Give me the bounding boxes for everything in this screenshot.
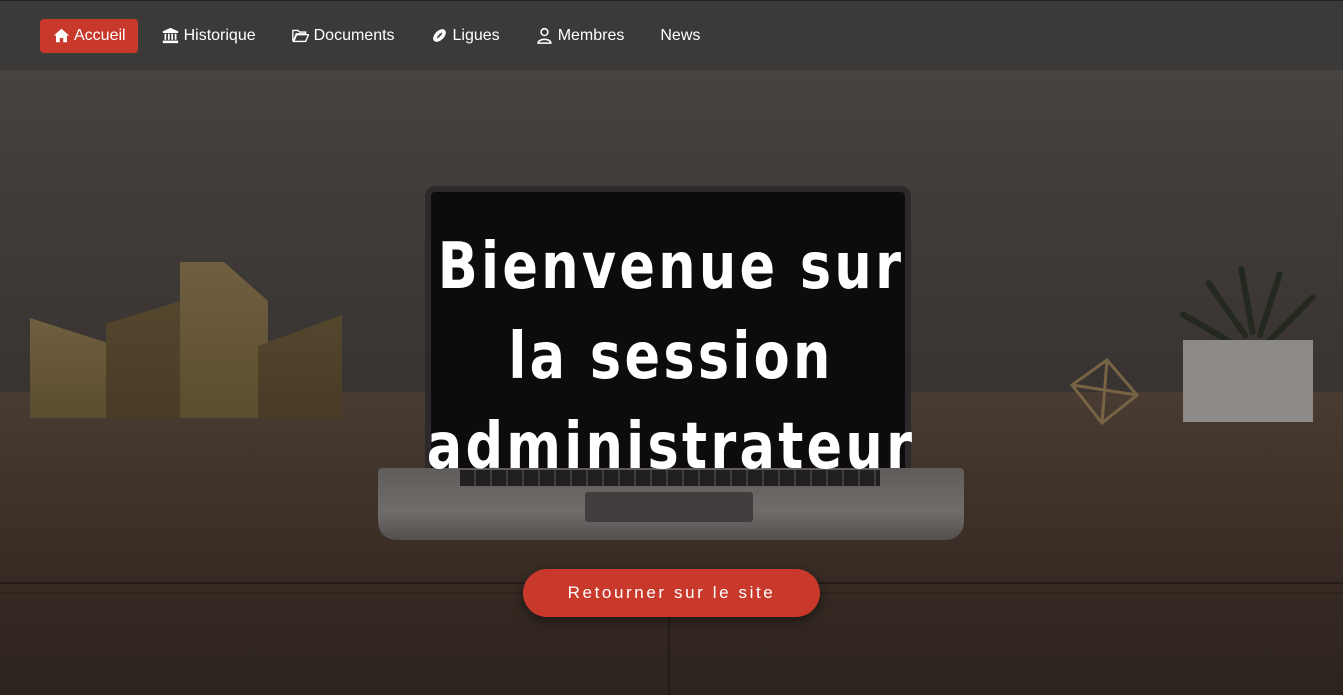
navbar: Accueil Historique Documents Ligues Memb… <box>0 0 1343 70</box>
bank-icon <box>162 27 180 45</box>
nav-item-membres[interactable]: Membres <box>524 19 637 53</box>
return-to-site-button[interactable]: Retourner sur le site <box>523 569 820 617</box>
nav-item-documents[interactable]: Documents <box>280 19 407 53</box>
nav-item-label: Documents <box>313 26 395 44</box>
nav-item-ligues[interactable]: Ligues <box>419 19 512 53</box>
nav-item-label: News <box>660 26 701 44</box>
home-icon <box>52 27 70 45</box>
nav-item-accueil[interactable]: Accueil <box>40 18 138 53</box>
hero-title: Bienvenue sur la session administrateur <box>426 230 916 484</box>
nav-item-label: Historique <box>183 26 256 44</box>
nav-item-news[interactable]: News <box>648 19 712 53</box>
football-icon <box>431 27 449 45</box>
folder-open-icon <box>292 27 310 45</box>
nav-item-label: Ligues <box>452 26 500 44</box>
nav-item-historique[interactable]: Historique <box>150 19 268 53</box>
user-icon <box>536 27 554 45</box>
nav-item-label: Membres <box>557 26 625 44</box>
nav-item-label: Accueil <box>74 26 126 44</box>
